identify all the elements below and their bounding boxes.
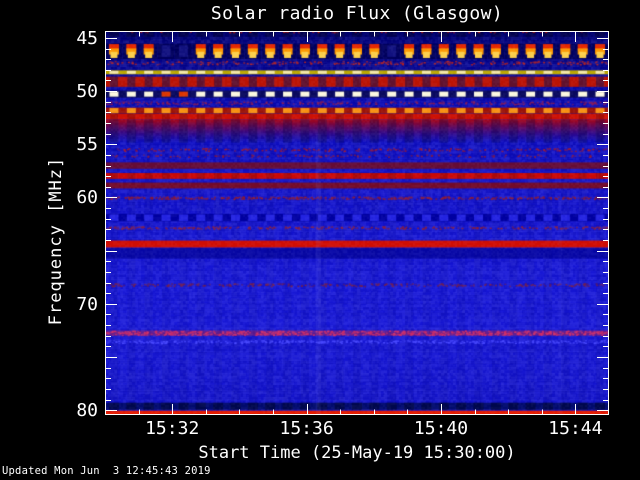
y-tick-label: 50 [76, 81, 98, 103]
solar-radio-spectrogram-window: Solar radio Flux (Glasgow) Frequency [MH… [0, 0, 640, 480]
y-tick-label: 55 [76, 134, 98, 156]
x-axis-title: Start Time (25-May-19 15:30:00) [198, 443, 516, 463]
spectrogram-canvas [105, 31, 609, 415]
x-tick-label: 15:44 [548, 418, 603, 439]
spectrogram-plot-area [105, 31, 609, 415]
y-tick-label: 60 [76, 187, 98, 209]
y-tick-label: 45 [76, 27, 98, 49]
x-tick-label: 15:32 [145, 418, 200, 439]
chart-title: Solar radio Flux (Glasgow) [210, 3, 504, 24]
updated-timestamp: Updated Mon Jun 3 12:45:43 2019 [2, 465, 211, 477]
x-tick-label: 15:36 [279, 418, 334, 439]
x-tick-label: 15:40 [413, 418, 469, 439]
y-tick-label: 70 [76, 293, 98, 315]
y-tick-label: 80 [76, 400, 98, 422]
